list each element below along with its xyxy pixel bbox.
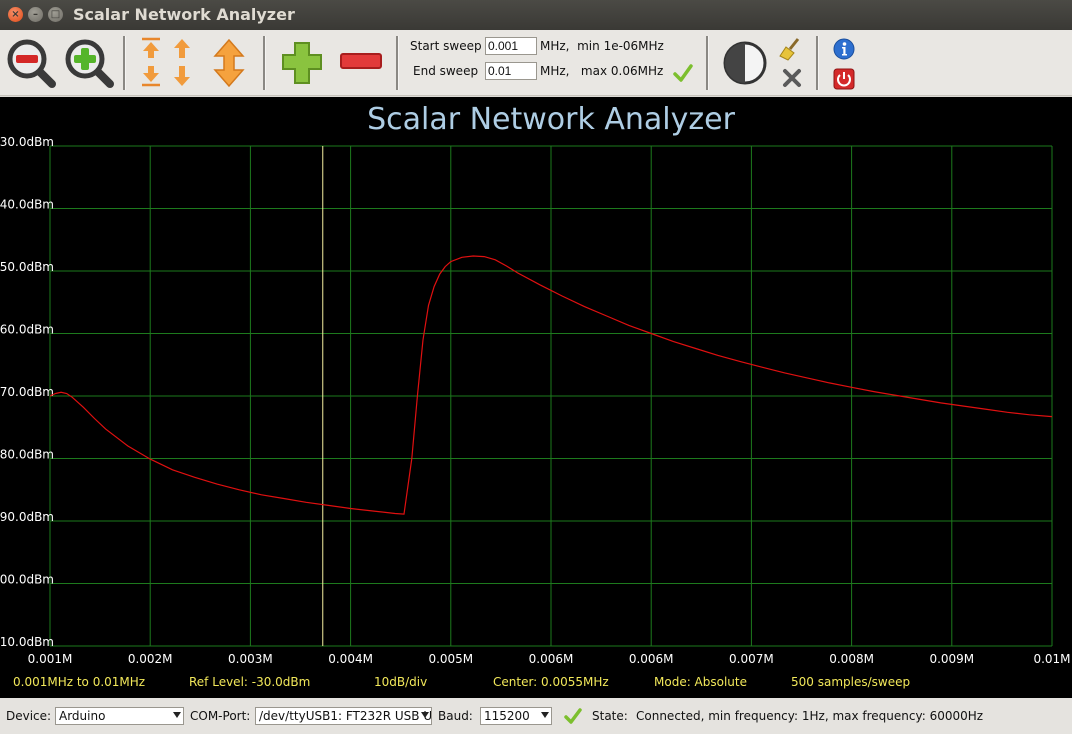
remove-icon[interactable] — [338, 50, 384, 74]
power-icon[interactable] — [832, 67, 856, 91]
y-tick-label: 50.0dBm — [0, 260, 54, 274]
y-tick-label: 40.0dBm — [0, 198, 54, 212]
y-tick-label: 80.0dBm — [0, 448, 54, 462]
x-tick-label: 0.001M — [28, 652, 73, 666]
x-tick-label: 0.007M — [729, 652, 774, 666]
start-sweep-unit: MHz, min 1e-06MHz — [540, 39, 664, 53]
start-sweep-label: Start sweep — [410, 39, 482, 53]
clean-icon[interactable] — [778, 36, 804, 62]
com-port-select-value: /dev/ttyUSB1: FT232R USB UART — [259, 709, 432, 723]
chevron-down-icon — [173, 712, 181, 718]
start-sweep-input[interactable] — [485, 37, 537, 55]
baud-label: Baud: — [438, 709, 473, 723]
end-sweep-input[interactable] — [485, 62, 537, 80]
zoom-out-icon[interactable] — [6, 38, 58, 88]
clear-icon[interactable] — [781, 67, 803, 89]
baud-select[interactable]: 115200 — [480, 707, 552, 725]
maximize-window-button[interactable]: □ — [48, 7, 63, 22]
contrast-icon[interactable] — [722, 40, 768, 86]
toolbar-separator — [706, 36, 709, 90]
device-select-value: Arduino — [59, 709, 106, 723]
chevron-down-icon — [421, 712, 429, 718]
window-title: Scalar Network Analyzer — [73, 5, 295, 24]
status-bar: Device: Arduino COM-Port: /dev/ttyUSB1: … — [0, 698, 1072, 734]
y-tick-label: 30.0dBm — [0, 135, 54, 149]
minimize-window-button[interactable]: – — [28, 7, 43, 22]
device-label: Device: — [6, 709, 52, 723]
chevron-down-icon — [541, 712, 549, 718]
info-div: 10dB/div — [374, 675, 428, 689]
y-tick-label: 100.0dBm — [0, 573, 54, 587]
expand-vertical-icon[interactable] — [210, 38, 248, 88]
toolbar-separator — [396, 36, 399, 90]
x-tick-label: 0.002M — [128, 652, 173, 666]
toolbar: Start sweep MHz, min 1e-06MHz End sweep … — [0, 30, 1072, 96]
chart-svg: 30.0dBm 40.0dBm 50.0dBm 60.0dBm 70.0dBm 80.0d… — [0, 135, 1071, 666]
x-tick-label: 0.006M — [529, 652, 574, 666]
y-tick-label: 70.0dBm — [0, 385, 54, 399]
state-value: Connected, min frequency: 1Hz, max frequ… — [636, 709, 984, 723]
add-icon[interactable] — [280, 40, 326, 86]
title-bar: × – □ Scalar Network Analyzer — [0, 0, 1072, 30]
info-samples: 500 samples/sweep — [791, 675, 911, 689]
y-tick-label: 110.0dBm — [0, 635, 54, 649]
info-ref-level: Ref Level: -30.0dBm — [189, 675, 311, 689]
info-range: 0.001MHz to 0.01MHz — [13, 675, 146, 689]
com-port-label: COM-Port: — [190, 709, 251, 723]
y-tick-label: 90.0dBm — [0, 510, 54, 524]
toolbar-separator — [263, 36, 266, 90]
apply-check-icon[interactable] — [672, 62, 694, 84]
plot-area[interactable]: Scalar Network Analyzer 30.0dBm 40.0dBm 50… — [0, 97, 1072, 698]
connected-check-icon — [564, 708, 582, 724]
toolbar-separator — [816, 36, 819, 90]
x-tick-label: 0.004M — [328, 652, 373, 666]
info-icon[interactable] — [832, 37, 856, 61]
x-tick-label: 0.006M — [629, 652, 674, 666]
toolbar-separator — [123, 36, 126, 90]
info-center: Center: 0.0055MHz — [493, 675, 609, 689]
info-mode: Mode: Absolute — [654, 675, 747, 689]
x-tick-label: 0.008M — [829, 652, 874, 666]
x-tick-label: 0.009M — [929, 652, 974, 666]
x-tick-label: 0.01M — [1033, 652, 1070, 666]
close-window-button[interactable]: × — [8, 7, 23, 22]
zoom-in-icon[interactable] — [64, 38, 116, 88]
x-tick-label: 0.003M — [228, 652, 273, 666]
baud-select-value: 115200 — [484, 709, 530, 723]
device-select[interactable]: Arduino — [55, 707, 184, 725]
end-sweep-label: End sweep — [413, 64, 479, 78]
end-sweep-unit: MHz, max 0.06MHz — [540, 64, 664, 78]
x-tick-label: 0.005M — [428, 652, 473, 666]
y-tick-label: 60.0dBm — [0, 323, 54, 337]
state-label: State: — [592, 709, 628, 723]
shift-down-icon[interactable] — [138, 62, 198, 90]
com-port-select[interactable]: /dev/ttyUSB1: FT232R USB UART — [255, 707, 432, 725]
